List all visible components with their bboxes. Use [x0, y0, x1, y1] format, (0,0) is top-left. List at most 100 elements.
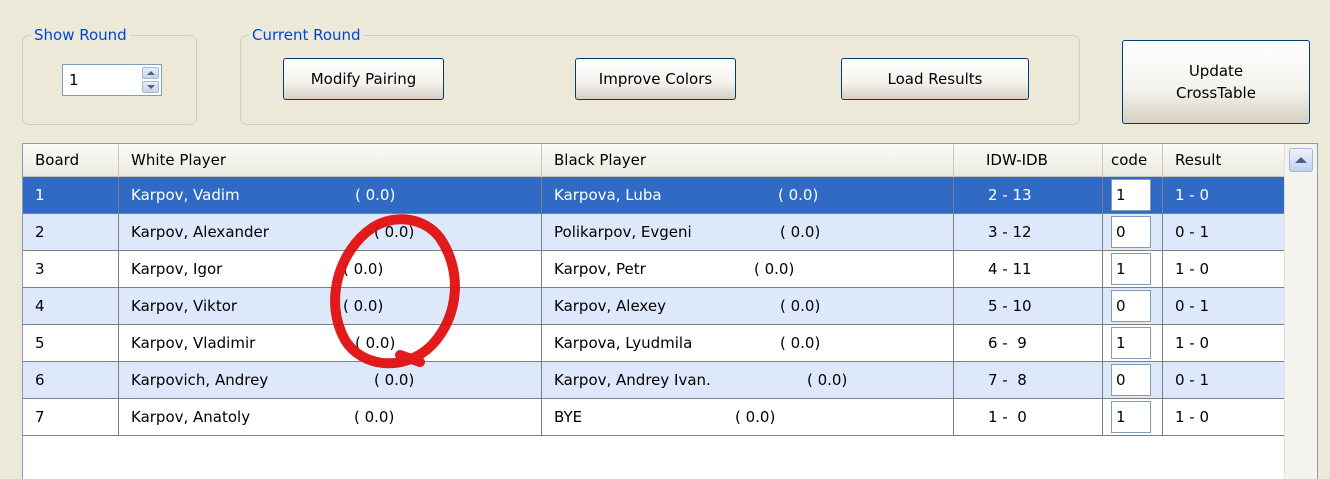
load-results-button[interactable]: Load Results — [841, 58, 1029, 100]
code-input[interactable]: 0 — [1111, 216, 1151, 248]
triangle-up-icon — [1295, 157, 1307, 163]
black-player-name: Karpova, Lyudmila — [554, 334, 693, 352]
idw-cell: 4 - 11 — [954, 251, 1103, 287]
result-cell: 1 - 0 — [1163, 177, 1285, 213]
round-spinner[interactable]: 1 — [62, 64, 162, 96]
idw-cell: 6 - 9 — [954, 325, 1103, 361]
white-player-name: Karpov, Viktor — [131, 297, 238, 315]
result-cell: 0 - 1 — [1163, 214, 1285, 250]
idw-cell: 7 - 8 — [954, 362, 1103, 398]
update-crosstable-button[interactable]: Update CrossTable — [1122, 40, 1310, 124]
black-player-score: ( 0.0) — [780, 334, 821, 352]
black-player-cell: Polikarpov, Evgeni ( 0.0) — [542, 214, 954, 250]
header-board[interactable]: Board — [23, 144, 119, 176]
result-cell: 0 - 1 — [1163, 362, 1285, 398]
header-result[interactable]: Result — [1163, 144, 1285, 176]
code-input[interactable]: 0 — [1111, 290, 1151, 322]
vertical-scrollbar[interactable] — [1284, 144, 1317, 479]
black-player-cell: Karpov, Alexey ( 0.0) — [542, 288, 954, 324]
board-cell: 2 — [23, 214, 119, 250]
white-player-score: ( 0.0) — [343, 297, 384, 315]
black-player-score: ( 0.0) — [778, 186, 819, 204]
white-player-cell: Karpov, Igor ( 0.0) — [119, 251, 542, 287]
white-player-name: Karpov, Vadim — [131, 186, 240, 204]
code-cell: 1 — [1103, 325, 1163, 361]
spin-up-button[interactable] — [142, 67, 159, 79]
black-player-score: ( 0.0) — [807, 371, 848, 389]
white-player-name: Karpov, Alexander — [131, 223, 269, 241]
board-cell: 5 — [23, 325, 119, 361]
code-input[interactable]: 1 — [1111, 401, 1151, 433]
table-row[interactable]: 3 Karpov, Igor ( 0.0) Karpov, Petr ( 0.0) 4 -… — [23, 251, 1285, 288]
white-player-score: ( 0.0) — [355, 334, 396, 352]
black-player-name: BYE — [554, 408, 583, 426]
spin-down-button[interactable] — [142, 81, 159, 93]
result-cell: 1 - 0 — [1163, 325, 1285, 361]
idw-cell: 5 - 10 — [954, 288, 1103, 324]
table-row[interactable]: 7 Karpov, Anatoly( 0.0) BYE( 0.0) 1 - 011 -… — [23, 399, 1285, 436]
black-player-score: ( 0.0) — [780, 297, 821, 315]
code-input[interactable]: 1 — [1111, 179, 1151, 211]
scroll-up-button[interactable] — [1289, 148, 1313, 172]
black-player-cell: Karpova, Lyudmila ( 0.0) — [542, 325, 954, 361]
improve-colors-button[interactable]: Improve Colors — [575, 58, 736, 100]
result-cell: 0 - 1 — [1163, 288, 1285, 324]
white-player-name: Karpov, Anatoly — [131, 408, 251, 426]
white-player-cell: Karpov, Anatoly ( 0.0) — [119, 399, 542, 435]
triangle-down-icon — [146, 85, 155, 89]
idw-cell: 3 - 12 — [954, 214, 1103, 250]
code-input[interactable]: 1 — [1111, 253, 1151, 285]
white-player-name: Karpov, Igor — [131, 260, 223, 278]
black-player-name: Karpov, Petr — [554, 260, 646, 278]
board-cell: 6 — [23, 362, 119, 398]
white-player-cell: Karpov, Vadim ( 0.0) — [119, 177, 542, 213]
result-cell: 1 - 0 — [1163, 399, 1285, 435]
black-player-cell: Karpova, Luba ( 0.0) — [542, 177, 954, 213]
board-cell: 1 — [23, 177, 119, 213]
pairings-table: Board White Player Black Player IDW-IDB … — [22, 143, 1318, 479]
modify-pairing-button[interactable]: Modify Pairing — [283, 58, 444, 100]
idw-cell: 2 - 13 — [954, 177, 1103, 213]
code-cell: 1 — [1103, 251, 1163, 287]
table-row[interactable]: 5 Karpov, Vladimir( 0.0) Karpova, Lyudmila… — [23, 325, 1285, 362]
black-player-name: Polikarpov, Evgeni — [554, 223, 692, 241]
white-player-cell: Karpovich, Andrey ( 0.0) — [119, 362, 542, 398]
code-cell: 1 — [1103, 399, 1163, 435]
header-black-player[interactable]: Black Player — [542, 144, 954, 176]
board-cell: 3 — [23, 251, 119, 287]
table-row[interactable]: 1 Karpov, Vadim ( 0.0) Karpova, Luba ( 0.0) 2… — [23, 177, 1285, 214]
table-header: Board White Player Black Player IDW-IDB … — [23, 144, 1285, 177]
black-player-cell: Karpov, Petr ( 0.0) — [542, 251, 954, 287]
black-player-score: ( 0.0) — [754, 260, 795, 278]
white-player-name: Karpovich, Andrey — [131, 371, 269, 389]
black-player-name: Karpova, Luba — [554, 186, 662, 204]
result-cell: 1 - 0 — [1163, 251, 1285, 287]
white-player-score: ( 0.0) — [343, 260, 384, 278]
white-player-cell: Karpov, Vladimir ( 0.0) — [119, 325, 542, 361]
header-white-player[interactable]: White Player — [119, 144, 542, 176]
white-player-cell: Karpov, Viktor ( 0.0) — [119, 288, 542, 324]
code-cell: 0 — [1103, 214, 1163, 250]
black-player-score: ( 0.0) — [735, 408, 776, 426]
black-player-name: Karpov, Andrey Ivan. — [554, 371, 711, 389]
table-row[interactable]: 4 Karpov, Viktor ( 0.0) Karpov, Alexey ( 0.0… — [23, 288, 1285, 325]
code-cell: 0 — [1103, 288, 1163, 324]
white-player-cell: Karpov, Alexander ( 0.0) — [119, 214, 542, 250]
board-cell: 7 — [23, 399, 119, 435]
round-spinner-value[interactable]: 1 — [69, 71, 79, 89]
white-player-score: ( 0.0) — [374, 223, 415, 241]
white-player-score: ( 0.0) — [374, 371, 415, 389]
header-code[interactable]: code — [1103, 144, 1163, 176]
header-idw-idb[interactable]: IDW-IDB — [954, 144, 1103, 176]
board-cell: 4 — [23, 288, 119, 324]
table-row[interactable]: 6 Karpovich, Andrey( 0.0) Karpov, Andrey I… — [23, 362, 1285, 399]
current-round-legend: Current Round — [249, 25, 364, 45]
code-input[interactable]: 1 — [1111, 327, 1151, 359]
show-round-legend: Show Round — [31, 25, 130, 45]
table-row[interactable]: 2 Karpov, Alexander ( 0.0) Polikarpov, Evge… — [23, 214, 1285, 251]
code-cell: 1 — [1103, 177, 1163, 213]
black-player-name: Karpov, Alexey — [554, 297, 666, 315]
black-player-cell: BYE ( 0.0) — [542, 399, 954, 435]
black-player-cell: Karpov, Andrey Ivan. ( 0.0) — [542, 362, 954, 398]
code-input[interactable]: 0 — [1111, 364, 1151, 396]
